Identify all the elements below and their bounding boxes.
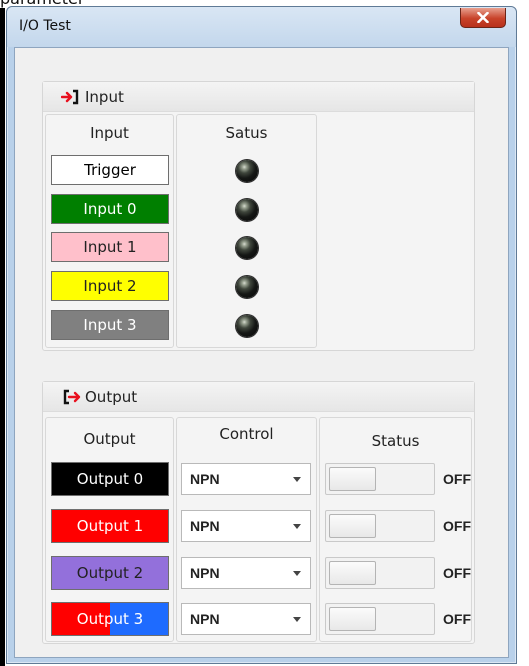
window-title: I/O Test <box>19 18 71 34</box>
output-column: Output Output 0 Output 1 Output 2 Output… <box>45 417 174 642</box>
input-group-header: Input <box>43 82 474 112</box>
output-group-title: Output <box>85 387 138 406</box>
input-group: Input Input Trigger Input 0 Input 1 Inpu… <box>42 81 475 351</box>
output-2-control-select[interactable]: NPN <box>181 557 311 589</box>
output-status-column-header: Status <box>371 432 420 450</box>
input-trigger-label: Trigger <box>51 155 169 185</box>
input-group-title: Input <box>85 87 124 106</box>
control-column-header: Control <box>219 425 274 443</box>
output-group: Output Output Output 0 Output 1 Output 2… <box>42 381 475 644</box>
chevron-down-icon <box>293 617 301 622</box>
output-group-header: Output <box>43 382 474 412</box>
output-2-toggle[interactable] <box>325 557 435 589</box>
output-1-state: OFF <box>443 518 471 534</box>
input-3-label: Input 3 <box>51 310 169 340</box>
toggle-knob[interactable] <box>329 607 376 631</box>
input-1-label: Input 1 <box>51 232 169 262</box>
input-3-status-led <box>236 315 258 337</box>
output-2-label: Output 2 <box>51 556 169 590</box>
input-0-status-led <box>236 199 258 221</box>
toggle-knob[interactable] <box>329 514 376 538</box>
input-2-label: Input 2 <box>51 271 169 301</box>
output-0-label: Output 0 <box>51 462 169 496</box>
input-2-status-led <box>236 276 258 298</box>
output-0-state: OFF <box>443 471 471 487</box>
control-column: Control NPN NPN NPN NPN <box>176 417 317 642</box>
input-1-status-led <box>236 237 258 259</box>
output-3-control-select[interactable]: NPN <box>181 603 311 635</box>
output-status-column: Status OFF OFF OFF OFF <box>319 417 472 642</box>
output-0-control-value: NPN <box>190 471 220 487</box>
output-arrow-icon <box>63 389 81 404</box>
output-1-control-value: NPN <box>190 518 220 534</box>
status-column: Satus <box>176 114 317 348</box>
chevron-down-icon <box>293 524 301 529</box>
output-2-control-value: NPN <box>190 565 220 581</box>
output-0-control-select[interactable]: NPN <box>181 463 311 495</box>
output-3-state: OFF <box>443 611 471 627</box>
toggle-knob[interactable] <box>329 561 376 585</box>
output-1-label: Output 1 <box>51 509 169 543</box>
input-column-header: Input <box>90 124 129 142</box>
io-test-window: I/O Test Input Input Trigger Input 0 Inp… <box>6 6 517 664</box>
chevron-down-icon <box>293 571 301 576</box>
chevron-down-icon <box>293 477 301 482</box>
output-1-control-select[interactable]: NPN <box>181 510 311 542</box>
output-column-header: Output <box>83 430 136 448</box>
output-3-control-value: NPN <box>190 611 220 627</box>
output-3-toggle[interactable] <box>325 603 435 635</box>
output-3-label: Output 3 <box>51 602 169 636</box>
output-0-toggle[interactable] <box>325 463 435 495</box>
status-column-header: Satus <box>225 124 268 142</box>
output-2-state: OFF <box>443 565 471 581</box>
input-arrow-icon <box>61 89 79 104</box>
toggle-knob[interactable] <box>329 467 376 491</box>
close-button[interactable] <box>460 8 506 28</box>
close-icon <box>477 12 489 23</box>
trigger-status-led <box>236 160 258 182</box>
window-shadow-edge <box>0 8 5 666</box>
input-0-label: Input 0 <box>51 194 169 224</box>
title-bar[interactable]: I/O Test <box>7 7 516 47</box>
client-area: Input Input Trigger Input 0 Input 1 Inpu… <box>14 47 509 658</box>
input-column: Input Trigger Input 0 Input 1 Input 2 In… <box>45 114 174 348</box>
output-1-toggle[interactable] <box>325 510 435 542</box>
